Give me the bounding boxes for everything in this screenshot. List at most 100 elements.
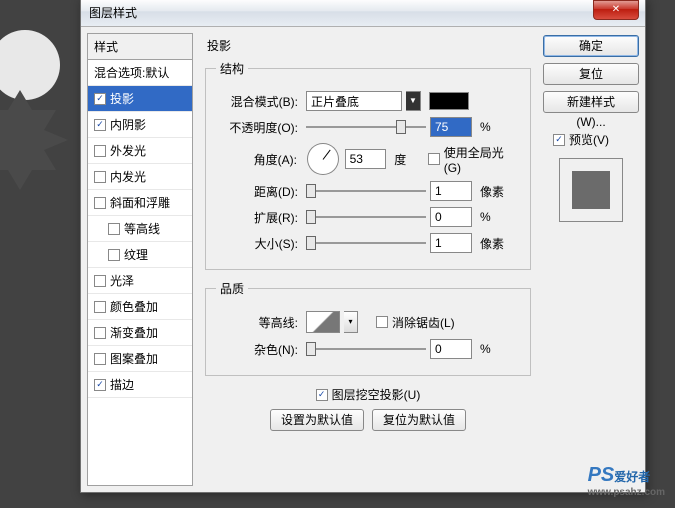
style-item-pattern-overlay[interactable]: 图案叠加 bbox=[88, 346, 192, 372]
antialias-checkbox[interactable]: 消除锯齿(L) bbox=[376, 314, 455, 331]
structure-group: 结构 混合模式(B): 正片叠底 ▼ 不透明度(O): 75 % 角度(A): bbox=[205, 60, 531, 270]
noise-input[interactable]: 0 bbox=[430, 339, 472, 359]
distance-input[interactable]: 1 bbox=[430, 181, 472, 201]
chevron-down-icon[interactable]: ▼ bbox=[406, 91, 421, 111]
ok-button[interactable]: 确定 bbox=[543, 35, 639, 57]
opacity-label: 不透明度(O): bbox=[216, 119, 302, 136]
checkbox-icon bbox=[316, 389, 328, 401]
blend-defaults-label: 混合选项:默认 bbox=[94, 64, 169, 81]
size-label: 大小(S): bbox=[216, 235, 302, 252]
spread-slider[interactable] bbox=[306, 208, 426, 226]
titlebar[interactable]: 图层样式 ✕ bbox=[81, 0, 645, 27]
spread-row: 扩展(R): 0 % bbox=[216, 207, 520, 227]
cancel-button[interactable]: 复位 bbox=[543, 63, 639, 85]
global-light-label: 使用全局光(G) bbox=[444, 144, 520, 175]
side-buttons: 确定 复位 新建样式(W)... 预览(V) bbox=[543, 33, 639, 486]
style-item-inner-glow[interactable]: 内发光 bbox=[88, 164, 192, 190]
style-item-contour[interactable]: 等高线 bbox=[88, 216, 192, 242]
checkbox-icon[interactable] bbox=[94, 275, 106, 287]
checkbox-icon bbox=[553, 134, 565, 146]
size-input[interactable]: 1 bbox=[430, 233, 472, 253]
distance-slider[interactable] bbox=[306, 182, 426, 200]
shadow-color-swatch[interactable] bbox=[429, 92, 469, 110]
distance-row: 距离(D): 1 像素 bbox=[216, 181, 520, 201]
quality-group: 品质 等高线: ▾ 消除锯齿(L) 杂色(N): 0 % bbox=[205, 280, 531, 376]
distance-label: 距离(D): bbox=[216, 183, 302, 200]
checkbox-icon[interactable] bbox=[94, 93, 106, 105]
checkbox-icon[interactable] bbox=[108, 223, 120, 235]
reset-default-button[interactable]: 复位为默认值 bbox=[372, 409, 466, 431]
checkbox-icon[interactable] bbox=[94, 379, 106, 391]
opacity-slider[interactable] bbox=[306, 118, 426, 136]
angle-dial[interactable] bbox=[307, 143, 339, 175]
noise-slider[interactable] bbox=[306, 340, 426, 358]
style-item-inner-shadow[interactable]: 内阴影 bbox=[88, 112, 192, 138]
checkbox-icon[interactable] bbox=[94, 327, 106, 339]
style-item-color-overlay[interactable]: 颜色叠加 bbox=[88, 294, 192, 320]
style-label: 颜色叠加 bbox=[110, 298, 158, 315]
dialog-title: 图层样式 bbox=[89, 4, 593, 21]
new-style-button[interactable]: 新建样式(W)... bbox=[543, 91, 639, 113]
antialias-label: 消除锯齿(L) bbox=[392, 314, 455, 331]
style-item-texture[interactable]: 纹理 bbox=[88, 242, 192, 268]
spread-label: 扩展(R): bbox=[216, 209, 302, 226]
style-label: 内发光 bbox=[110, 168, 146, 185]
checkbox-icon bbox=[428, 153, 440, 165]
knockout-row: 图层挖空投影(U) bbox=[205, 386, 531, 403]
background-gear bbox=[0, 90, 80, 190]
checkbox-icon[interactable] bbox=[94, 301, 106, 313]
angle-label: 角度(A): bbox=[216, 151, 301, 168]
global-light-checkbox[interactable]: 使用全局光(G) bbox=[428, 144, 520, 175]
style-label: 等高线 bbox=[124, 220, 160, 237]
checkbox-icon[interactable] bbox=[94, 145, 106, 157]
spread-input[interactable]: 0 bbox=[430, 207, 472, 227]
contour-row: 等高线: ▾ 消除锯齿(L) bbox=[216, 311, 520, 333]
opacity-unit: % bbox=[476, 120, 510, 134]
opacity-row: 不透明度(O): 75 % bbox=[216, 117, 520, 137]
style-item-satin[interactable]: 光泽 bbox=[88, 268, 192, 294]
blend-defaults-item[interactable]: 混合选项:默认 bbox=[88, 60, 192, 86]
styles-list: 样式 混合选项:默认 投影 内阴影 外发光 内发光 斜面和浮 bbox=[87, 33, 193, 486]
style-item-gradient-overlay[interactable]: 渐变叠加 bbox=[88, 320, 192, 346]
checkbox-icon[interactable] bbox=[94, 353, 106, 365]
noise-row: 杂色(N): 0 % bbox=[216, 339, 520, 359]
preview-checkbox[interactable]: 预览(V) bbox=[543, 131, 639, 148]
preview-box bbox=[559, 158, 623, 222]
checkbox-icon[interactable] bbox=[94, 197, 106, 209]
checkbox-icon[interactable] bbox=[94, 119, 106, 131]
style-label: 投影 bbox=[110, 90, 134, 107]
chevron-down-icon[interactable]: ▾ bbox=[344, 311, 358, 333]
checkbox-icon[interactable] bbox=[108, 249, 120, 261]
size-unit: 像素 bbox=[476, 235, 510, 252]
blend-mode-label: 混合模式(B): bbox=[216, 93, 302, 110]
close-button[interactable]: ✕ bbox=[593, 0, 639, 20]
set-default-button[interactable]: 设置为默认值 bbox=[270, 409, 364, 431]
noise-unit: % bbox=[476, 342, 510, 356]
blend-mode-row: 混合模式(B): 正片叠底 ▼ bbox=[216, 91, 520, 111]
preview-label: 预览(V) bbox=[569, 131, 609, 148]
angle-input[interactable]: 53 bbox=[345, 149, 387, 169]
style-item-drop-shadow[interactable]: 投影 bbox=[88, 86, 192, 112]
default-buttons: 设置为默认值 复位为默认值 bbox=[205, 409, 531, 431]
size-slider[interactable] bbox=[306, 234, 426, 252]
style-label: 描边 bbox=[110, 376, 134, 393]
contour-picker[interactable] bbox=[306, 311, 340, 333]
angle-unit: 度 bbox=[390, 151, 424, 168]
knockout-checkbox[interactable]: 图层挖空投影(U) bbox=[316, 386, 421, 403]
checkbox-icon[interactable] bbox=[94, 171, 106, 183]
style-label: 外发光 bbox=[110, 142, 146, 159]
noise-label: 杂色(N): bbox=[216, 341, 302, 358]
style-item-stroke[interactable]: 描边 bbox=[88, 372, 192, 398]
size-row: 大小(S): 1 像素 bbox=[216, 233, 520, 253]
opacity-input[interactable]: 75 bbox=[430, 117, 472, 137]
background-circle bbox=[0, 30, 60, 100]
style-item-bevel-emboss[interactable]: 斜面和浮雕 bbox=[88, 190, 192, 216]
style-item-outer-glow[interactable]: 外发光 bbox=[88, 138, 192, 164]
distance-unit: 像素 bbox=[476, 183, 510, 200]
blend-mode-select[interactable]: 正片叠底 bbox=[306, 91, 402, 111]
style-label: 光泽 bbox=[110, 272, 134, 289]
style-label: 纹理 bbox=[124, 246, 148, 263]
structure-legend: 结构 bbox=[216, 60, 248, 77]
styles-header[interactable]: 样式 bbox=[88, 34, 192, 60]
quality-legend: 品质 bbox=[216, 280, 248, 297]
